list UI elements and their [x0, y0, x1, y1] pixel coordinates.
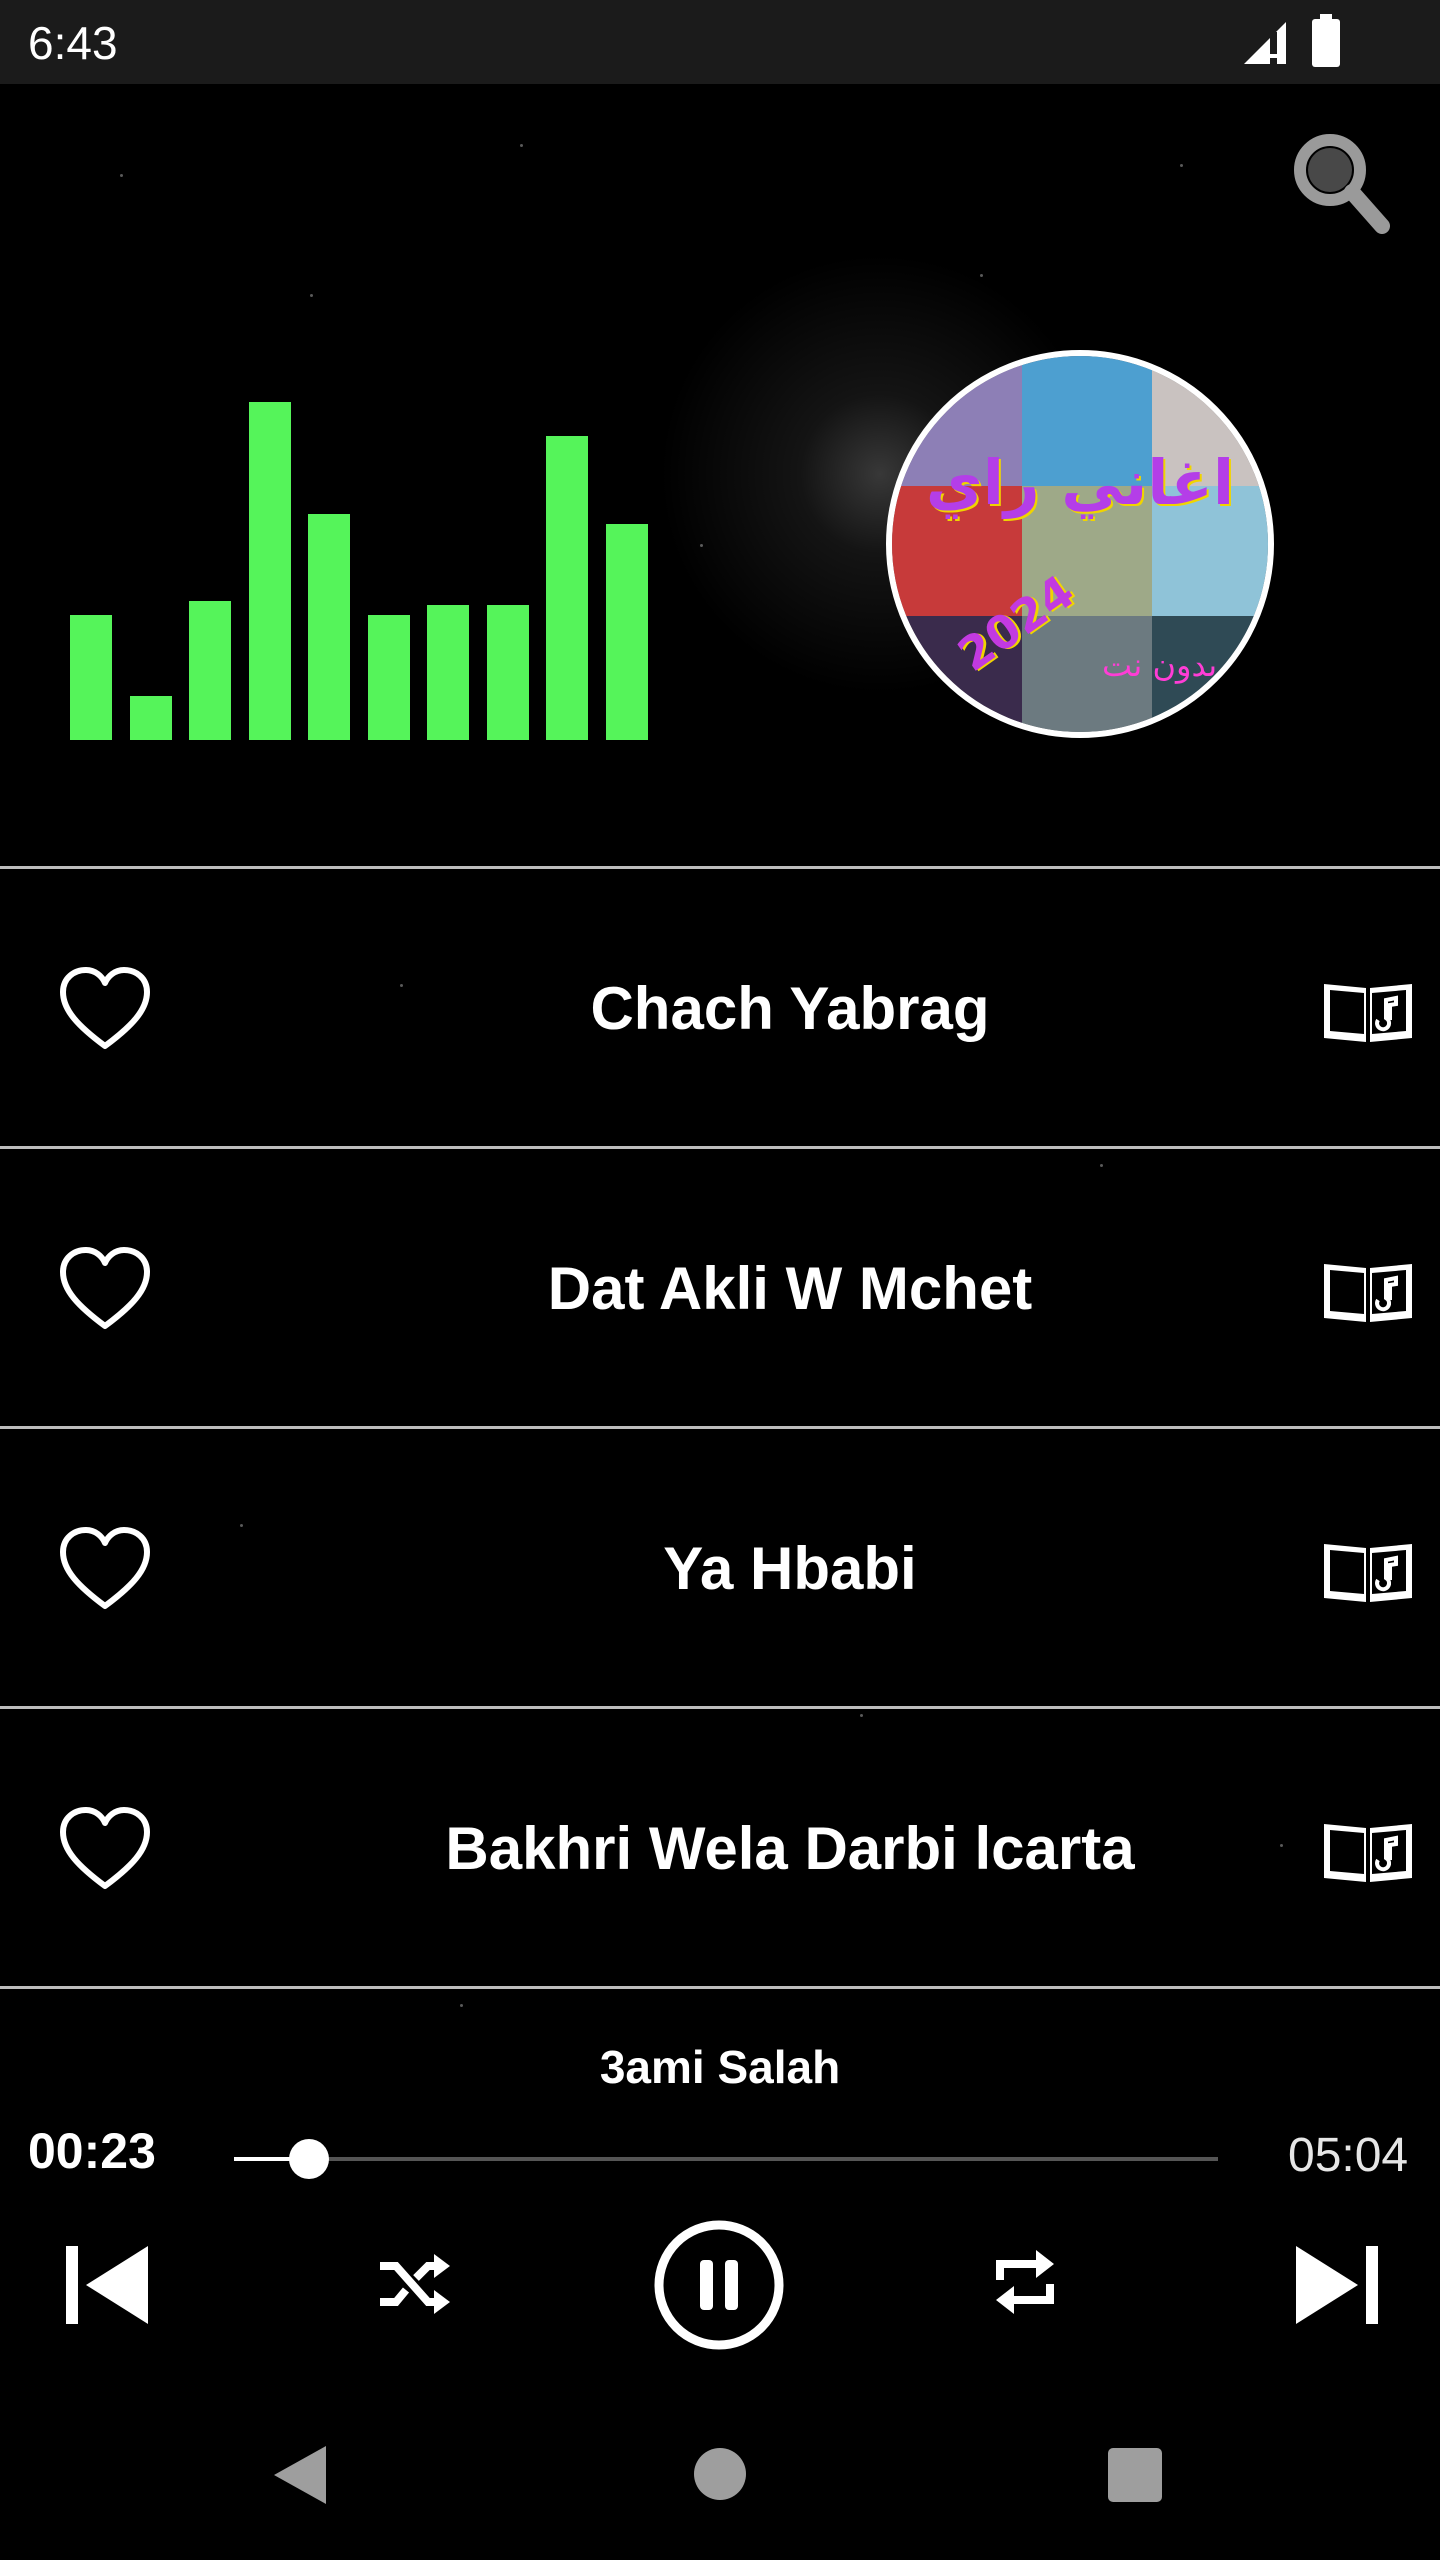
system-navigation-bar: [0, 2384, 1440, 2560]
signal-icon: [1244, 22, 1286, 64]
pause-button[interactable]: [652, 2218, 786, 2352]
back-icon[interactable]: [270, 2444, 330, 2506]
visualizer-bar: [427, 605, 469, 740]
battery-icon: [1312, 14, 1340, 67]
repeat-icon[interactable]: [992, 2246, 1058, 2318]
visualizer-bar: [248, 402, 291, 740]
heart-icon[interactable]: [58, 1246, 152, 1332]
divider: [0, 1146, 1440, 1149]
now-playing-artist: 3ami Salah: [599, 2041, 841, 2093]
album-subtitle: بدون نت: [1102, 646, 1218, 684]
visualizer-bar: [308, 514, 350, 740]
visualizer-bar: [605, 524, 648, 740]
visualizer-bar: [70, 615, 112, 740]
lyrics-book-icon[interactable]: [1320, 1816, 1416, 1886]
song-title: Ya Hbabi: [663, 1534, 917, 1602]
divider: [0, 1426, 1440, 1429]
song-title: Dat Akli W Mchet: [547, 1254, 1033, 1322]
song-list-item[interactable]: Ya Hbabi: [0, 1430, 1440, 1706]
shuffle-icon[interactable]: [376, 2252, 452, 2316]
song-list-item[interactable]: Chach Yabrag: [0, 870, 1440, 1146]
visualizer-bar: [189, 601, 231, 740]
heart-icon[interactable]: [58, 1806, 152, 1892]
heart-icon[interactable]: [58, 1526, 152, 1612]
visualizer-bar: [367, 615, 410, 740]
lyrics-book-icon[interactable]: [1320, 976, 1416, 1046]
seek-bar[interactable]: [234, 2139, 1218, 2179]
visualizer-bar: [129, 696, 172, 740]
seek-thumb[interactable]: [288, 2139, 329, 2179]
divider: [0, 866, 1440, 869]
home-icon[interactable]: [694, 2448, 746, 2500]
total-time: 05:04: [1288, 2129, 1409, 2182]
song-title: Bakhri Wela Darbi lcarta: [445, 1814, 1135, 1882]
song-list-item[interactable]: Bakhri Wela Darbi lcarta: [0, 1710, 1440, 1986]
current-time: 00:23: [28, 2123, 156, 2179]
next-track-icon[interactable]: [1292, 2242, 1380, 2328]
visualizer-bar: [546, 436, 588, 740]
previous-track-icon[interactable]: [64, 2242, 152, 2328]
audio-visualizer: [60, 380, 660, 740]
divider: [0, 1986, 1440, 1989]
visualizer-bar: [486, 605, 529, 740]
status-bar: 6:43: [0, 0, 1440, 84]
search-icon[interactable]: [1290, 130, 1390, 240]
album-art: اغاني راي 2024 بدون نت: [886, 350, 1274, 738]
lyrics-book-icon[interactable]: [1320, 1256, 1416, 1326]
divider: [0, 1706, 1440, 1709]
lyrics-book-icon[interactable]: [1320, 1536, 1416, 1606]
song-title: Chach Yabrag: [590, 974, 990, 1042]
recent-apps-icon[interactable]: [1108, 2448, 1162, 2502]
album-title: اغاني راي: [925, 446, 1235, 519]
status-time: 6:43: [28, 17, 118, 69]
song-list-item[interactable]: Dat Akli W Mchet: [0, 1150, 1440, 1426]
heart-icon[interactable]: [58, 966, 152, 1052]
